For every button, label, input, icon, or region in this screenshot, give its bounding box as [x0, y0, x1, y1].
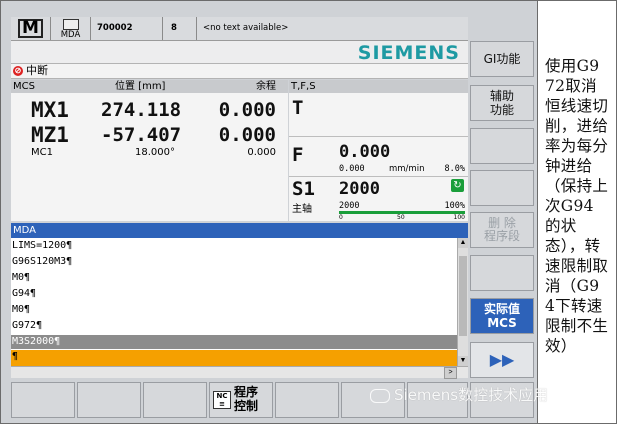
spindle-override: 100% [444, 201, 465, 211]
program-line[interactable]: M0¶ [11, 271, 457, 285]
spindle-rotation-icon: ↻ [451, 179, 464, 192]
axis-name: MZ1 [31, 123, 69, 147]
scroll-up-icon[interactable]: ▲ [458, 238, 468, 248]
axis-row[interactable]: MX1 274.118 0.000 [11, 96, 288, 122]
softkey-g-function[interactable]: GI功能 [470, 41, 534, 77]
axis-distance: 0.000 [218, 124, 276, 146]
watermark-text: Siemens数控技术应用 [394, 386, 549, 404]
scroll-thumb[interactable] [459, 256, 467, 336]
program-line[interactable]: G94¶ [11, 287, 457, 301]
axis-name: MX1 [31, 98, 69, 122]
distance-to-go-label: 余程 [256, 81, 276, 92]
divider [289, 136, 468, 137]
spindle-speed: 2000 [339, 179, 380, 199]
mda-title: MDA [13, 225, 36, 236]
alarm-line: ⊘ 中断 [11, 63, 468, 79]
scroll-down-icon[interactable]: ▼ [458, 356, 468, 366]
alarm-stop-icon: ⊘ [13, 66, 23, 76]
mda-header: MDA [11, 223, 468, 238]
tfs-window: T,F,S T F 0.000 0.000 mm/min 8.0% S1 200… [289, 80, 468, 221]
softkey-empty[interactable] [470, 128, 534, 164]
axis-row[interactable]: MZ1 -57.407 0.000 [11, 121, 288, 147]
hsoftkey-1[interactable] [11, 382, 75, 418]
channel-number: 8 [163, 17, 197, 40]
coord-system-label: MCS [13, 81, 35, 92]
annotation-text: 使用G972取消恒线速切削，进给率为每分钟进给（保持上次G94的状态），转速限制… [545, 57, 609, 355]
softkey-auxiliary-function[interactable]: 辅助 功能 [470, 85, 534, 121]
axis-position: 18.000° [135, 147, 175, 158]
axis-position: 274.118 [101, 99, 182, 121]
alarm-text: 中断 [26, 65, 48, 77]
horizontal-scrollbar[interactable]: > [11, 366, 468, 379]
position-column-label: 位置 [mm] [115, 81, 166, 92]
axis-row[interactable]: MC1 18.000° 0.000 [11, 147, 288, 161]
logo-band: SIEMENS [11, 41, 468, 64]
hsoftkey-5[interactable] [275, 382, 339, 418]
vertical-scrollbar[interactable]: ▲ ▼ [457, 238, 468, 366]
divider [289, 176, 468, 177]
softkey-empty[interactable] [470, 255, 534, 291]
wechat-icon [370, 388, 390, 403]
program-line-cursor[interactable]: ¶ [11, 350, 457, 366]
machine-mode-icon[interactable]: M [11, 17, 51, 40]
softkey-actual-values-mcs[interactable]: 实际值 MCS [470, 298, 534, 334]
feed-unit: mm/min [389, 164, 425, 174]
spindle-label: S1 [292, 178, 315, 200]
feed-value: 0.000 [339, 142, 391, 162]
softkey-empty[interactable] [470, 170, 534, 206]
mda-label: MDA [60, 30, 81, 40]
program-line[interactable]: G972¶ [11, 319, 457, 333]
program-line[interactable]: LIMS=1200¶ [11, 239, 457, 253]
screen-icon [62, 19, 79, 30]
program-control-button[interactable]: NC ≡ 程序 控制 [209, 382, 273, 418]
feed-label: F [292, 144, 304, 166]
watermark: Siemens数控技术应用 [370, 384, 548, 405]
program-control-label: 程序 控制 [234, 385, 259, 413]
spindle-scale: 0 50 100 [339, 214, 465, 221]
program-line-active[interactable]: M3S2000¶ [11, 335, 457, 349]
axis-distance: 0.000 [247, 147, 276, 158]
axis-position: -57.407 [101, 124, 182, 146]
tool-label: T [292, 97, 304, 119]
axis-distance: 0.000 [218, 99, 276, 121]
message-line: <no text available> [203, 23, 289, 33]
position-window: MCS 位置 [mm] 余程 MX1 274.118 0.000 MZ1 -57… [11, 80, 288, 221]
status-bar: M MDA 700002 8 <no text available> [11, 17, 468, 41]
scale-tick: 0 [339, 214, 343, 221]
position-header: MCS 位置 [mm] 余程 [11, 80, 288, 93]
program-number: 700002 [91, 17, 163, 40]
axis-name: MC1 [31, 147, 53, 158]
scroll-right-icon[interactable]: > [444, 367, 457, 379]
softkey-next-icon[interactable]: ▶▶ [470, 342, 534, 378]
spindle-actual: 2000 [339, 201, 360, 211]
program-line[interactable]: M0¶ [11, 303, 457, 317]
nc-program-icon: NC ≡ [213, 391, 231, 409]
mda-mode-indicator[interactable]: MDA [51, 17, 91, 40]
program-line[interactable]: G96S120M3¶ [11, 255, 457, 269]
softkey-delete-block[interactable]: 删 除 程序段 [470, 212, 534, 248]
scale-tick: 100 [453, 214, 465, 221]
hsoftkey-3[interactable] [143, 382, 207, 418]
tfs-header: T,F,S [289, 80, 468, 93]
feed-override: 8.0% [444, 164, 465, 174]
spindle-name: 主轴 [292, 204, 312, 215]
tfs-header-label: T,F,S [291, 81, 316, 92]
feed-actual: 0.000 [339, 164, 365, 174]
hsoftkey-2[interactable] [77, 382, 141, 418]
mda-editor[interactable]: LIMS=1200¶ G96S120M3¶ M0¶ G94¶ M0¶ G972¶… [11, 238, 457, 366]
siemens-logo: SIEMENS [357, 42, 460, 64]
scale-tick: 50 [397, 214, 405, 221]
